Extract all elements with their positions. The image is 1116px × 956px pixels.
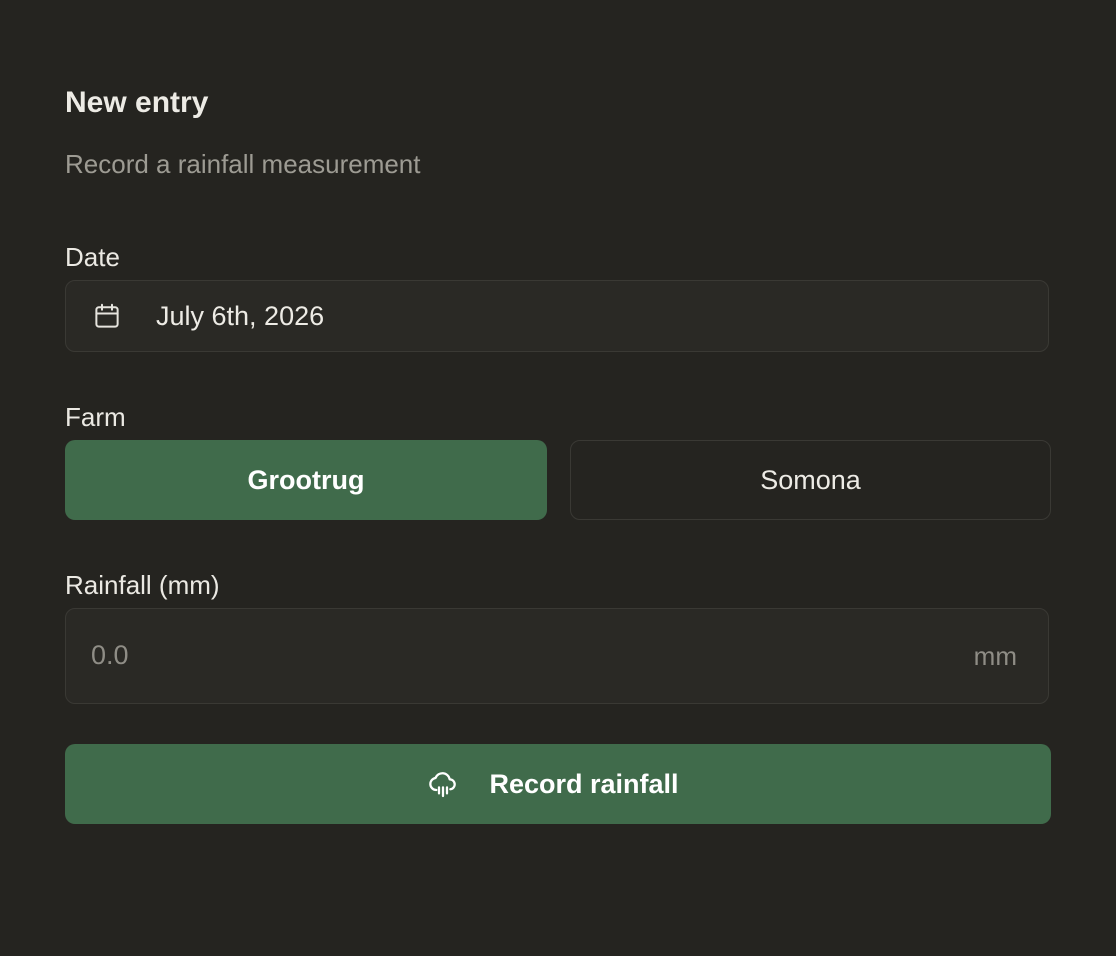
rainfall-unit: mm [973,641,1017,671]
form-title: New entry [65,86,209,119]
date-label: Date [65,242,120,272]
rainfall-input[interactable] [66,609,951,702]
rainfall-field: mm [65,608,1049,704]
form-subtitle: Record a rainfall measurement [65,149,421,179]
calendar-icon [95,303,119,328]
rainfall-label: Rainfall (mm) [65,570,220,600]
cloud-rain-icon [429,772,457,798]
record-rainfall-label: Record rainfall [489,768,679,799]
record-rainfall-button[interactable]: Record rainfall [65,744,1051,824]
date-value: July 6th, 2026 [156,301,325,331]
date-picker[interactable]: July 6th, 2026 [65,280,1049,352]
farm-option-grootrug[interactable]: Grootrug [65,440,547,520]
farm-option-somona[interactable]: Somona [570,440,1051,520]
farm-label: Farm [65,402,126,432]
